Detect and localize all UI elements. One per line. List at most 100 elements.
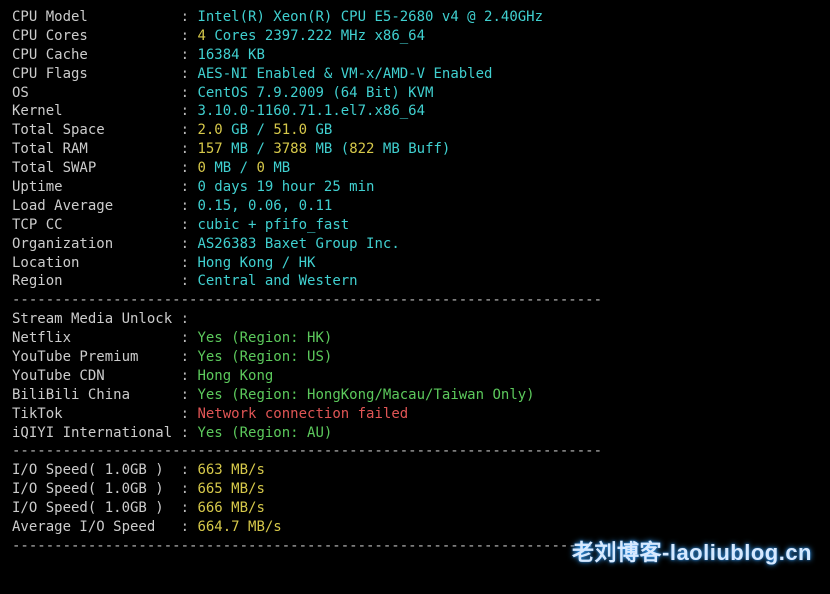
divider: ----------------------------------------… — [12, 442, 818, 461]
sep: : — [172, 9, 197, 25]
row-total-swap: Total SWAP : 0 MB / 0 MB — [12, 159, 818, 178]
value-io-3: 666 MB/s — [197, 500, 264, 516]
row-location: Location : Hong Kong / HK — [12, 254, 818, 273]
value-swap-tail: MB — [265, 160, 290, 176]
value-region: Central and Western — [197, 273, 357, 289]
label-cpu-cores: CPU Cores — [12, 28, 172, 44]
label-cpu-cache: CPU Cache — [12, 47, 172, 63]
row-iqiyi: iQIYI International : Yes (Region: AU) — [12, 424, 818, 443]
sep: : — [181, 481, 198, 497]
value-cpu-cores-rest: Cores 2397.222 MHz x86_64 — [206, 28, 425, 44]
sep: : — [172, 160, 197, 176]
label-yt-cdn: YouTube CDN — [12, 368, 172, 384]
row-io-3: I/O Speed( 1.0GB ) : 666 MB/s — [12, 499, 818, 518]
label-kernel: Kernel — [12, 103, 172, 119]
label-cpu-model: CPU Model — [12, 9, 172, 25]
value-space-tail: GB — [307, 122, 332, 138]
value-swap-used: 0 — [197, 160, 205, 176]
row-load-avg: Load Average : 0.15, 0.06, 0.11 — [12, 197, 818, 216]
value-iqiyi: Yes (Region: AU) — [197, 425, 332, 441]
sep: : — [172, 273, 197, 289]
value-os: CentOS 7.9.2009 (64 Bit) KVM — [197, 85, 433, 101]
divider: ----------------------------------------… — [12, 291, 818, 310]
value-ram-used: 157 — [197, 141, 222, 157]
row-yt-prem: YouTube Premium : Yes (Region: US) — [12, 348, 818, 367]
row-io-avg: Average I/O Speed : 664.7 MB/s — [12, 518, 818, 537]
sep: : — [172, 311, 189, 327]
value-ram-buff: 822 — [349, 141, 374, 157]
label-load-avg: Load Average — [12, 198, 172, 214]
value-bilibili: Yes (Region: HongKong/Macau/Taiwan Only) — [197, 387, 534, 403]
row-total-ram: Total RAM : 157 MB / 3788 MB (822 MB Buf… — [12, 140, 818, 159]
sep: : — [172, 349, 197, 365]
sep: : — [172, 103, 197, 119]
value-location: Hong Kong / HK — [197, 255, 315, 271]
sep: : — [181, 500, 198, 516]
sep: : — [172, 217, 197, 233]
value-uptime: 0 days 19 hour 25 min — [197, 179, 374, 195]
value-space-mid: GB / — [223, 122, 274, 138]
sep: : — [172, 122, 197, 138]
row-kernel: Kernel : 3.10.0-1160.71.1.el7.x86_64 — [12, 102, 818, 121]
value-swap-mid: MB / — [206, 160, 257, 176]
value-ram-tail2: MB Buff) — [375, 141, 451, 157]
row-uptime: Uptime : 0 days 19 hour 25 min — [12, 178, 818, 197]
row-total-space: Total Space : 2.0 GB / 51.0 GB — [12, 121, 818, 140]
row-cpu-flags: CPU Flags : AES-NI Enabled & VM-x/AMD-V … — [12, 65, 818, 84]
value-tcp-cc: cubic + pfifo_fast — [197, 217, 349, 233]
label-total-swap: Total SWAP — [12, 160, 172, 176]
sep: : — [172, 85, 197, 101]
label-io-2: I/O Speed( 1.0GB ) — [12, 481, 181, 497]
row-os: OS : CentOS 7.9.2009 (64 Bit) KVM — [12, 84, 818, 103]
row-tiktok: TikTok : Network connection failed — [12, 405, 818, 424]
value-netflix: Yes (Region: HK) — [197, 330, 332, 346]
value-cpu-cache: 16384 KB — [197, 47, 264, 63]
row-region: Region : Central and Western — [12, 272, 818, 291]
value-cpu-flags: AES-NI Enabled & VM-x/AMD-V Enabled — [197, 66, 492, 82]
row-netflix: Netflix : Yes (Region: HK) — [12, 329, 818, 348]
label-io-1: I/O Speed( 1.0GB ) — [12, 462, 181, 478]
row-media-header: Stream Media Unlock : — [12, 310, 818, 329]
value-io-2: 665 MB/s — [197, 481, 264, 497]
label-tiktok: TikTok — [12, 406, 172, 422]
sep: : — [172, 387, 197, 403]
label-region: Region — [12, 273, 172, 289]
value-space-total: 51.0 — [273, 122, 307, 138]
sep: : — [172, 141, 197, 157]
label-total-ram: Total RAM — [12, 141, 172, 157]
label-cpu-flags: CPU Flags — [12, 66, 172, 82]
value-load-avg: 0.15, 0.06, 0.11 — [197, 198, 332, 214]
row-cpu-cache: CPU Cache : 16384 KB — [12, 46, 818, 65]
label-tcp-cc: TCP CC — [12, 217, 172, 233]
sep: : — [172, 47, 197, 63]
value-io-1: 663 MB/s — [197, 462, 264, 478]
sep: : — [172, 66, 197, 82]
sep: : — [172, 425, 197, 441]
row-cpu-cores: CPU Cores : 4 Cores 2397.222 MHz x86_64 — [12, 27, 818, 46]
value-io-avg: 664.7 MB/s — [197, 519, 281, 535]
label-netflix: Netflix — [12, 330, 172, 346]
row-io-2: I/O Speed( 1.0GB ) : 665 MB/s — [12, 480, 818, 499]
value-cpu-cores-count: 4 — [197, 28, 205, 44]
value-kernel: 3.10.0-1160.71.1.el7.x86_64 — [197, 103, 425, 119]
sep: : — [172, 368, 197, 384]
label-organization: Organization — [12, 236, 172, 252]
row-bilibili: BiliBili China : Yes (Region: HongKong/M… — [12, 386, 818, 405]
sep: : — [172, 28, 197, 44]
value-yt-prem: Yes (Region: US) — [197, 349, 332, 365]
sep: : — [181, 519, 198, 535]
value-organization: AS26383 Baxet Group Inc. — [197, 236, 399, 252]
label-iqiyi: iQIYI International — [12, 425, 172, 441]
label-io-avg: Average I/O Speed — [12, 519, 181, 535]
value-swap-total: 0 — [256, 160, 264, 176]
label-media-header: Stream Media Unlock — [12, 311, 172, 327]
sep: : — [172, 330, 197, 346]
value-cpu-model: Intel(R) Xeon(R) CPU E5-2680 v4 @ 2.40GH… — [197, 9, 543, 25]
row-yt-cdn: YouTube CDN : Hong Kong — [12, 367, 818, 386]
value-ram-mid: MB / — [223, 141, 274, 157]
sep: : — [172, 255, 197, 271]
divider: ----------------------------------------… — [12, 537, 818, 556]
label-bilibili: BiliBili China — [12, 387, 172, 403]
sep: : — [172, 198, 197, 214]
row-cpu-model: CPU Model : Intel(R) Xeon(R) CPU E5-2680… — [12, 8, 818, 27]
